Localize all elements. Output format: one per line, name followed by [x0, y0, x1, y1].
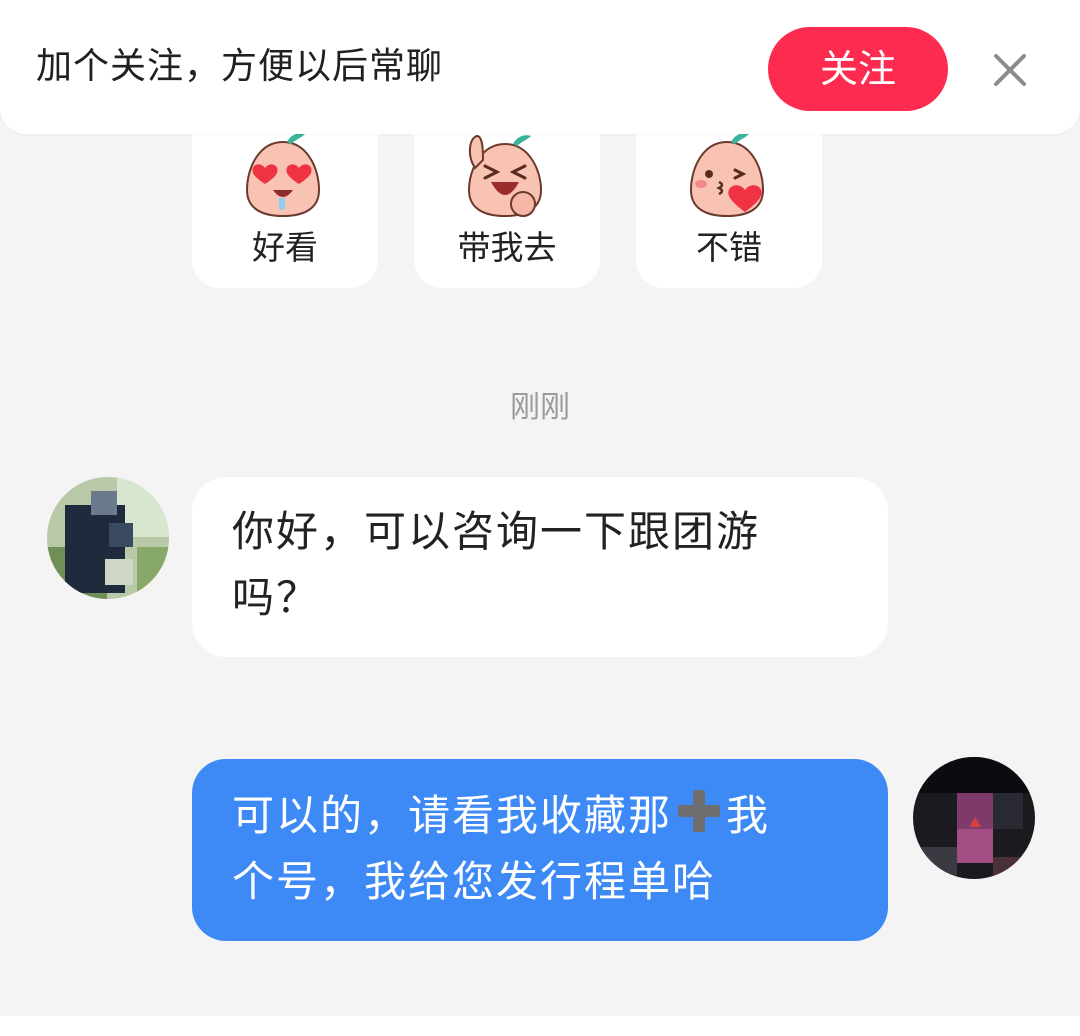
- sticker-reply-haokan[interactable]: 好看: [192, 112, 378, 288]
- sticker-reply-bucuo[interactable]: 不错: [636, 112, 822, 288]
- sent-message-line: 可以的，请看我收藏那: [232, 791, 673, 840]
- sticker-label: 不错: [696, 228, 762, 267]
- my-avatar-image: [913, 757, 1035, 879]
- excited-face-icon: [467, 134, 543, 218]
- received-message-bubble: 你好，可以咨询一下跟团游 吗？: [192, 477, 888, 657]
- bottom-edge: [0, 1016, 1080, 1036]
- sticker-label: 带我去: [457, 228, 557, 267]
- follow-banner: 加个关注，方便以后常聊 关注: [0, 0, 1080, 134]
- close-icon[interactable]: [988, 48, 1032, 92]
- sent-message-line: 我: [726, 791, 771, 840]
- sent-message-bubble: 可以的，请看我收藏那 我 个号，我给您发行程单哈: [192, 759, 888, 941]
- sent-message-line: 个号，我给您发行程单哈: [232, 857, 717, 906]
- my-avatar[interactable]: [913, 757, 1035, 879]
- received-message-line: 你好，可以咨询一下跟团游: [232, 507, 761, 556]
- message-timestamp: 刚刚: [510, 390, 570, 425]
- kiss-heart-face-icon: [689, 133, 765, 218]
- follow-button[interactable]: 关注: [768, 27, 948, 111]
- plus-emoji-icon: [678, 790, 721, 832]
- received-message-line: 吗？: [232, 573, 321, 622]
- sticker-label: 好看: [252, 228, 318, 267]
- follow-prompt-text: 加个关注，方便以后常聊: [36, 46, 444, 87]
- contact-avatar-image: [47, 477, 169, 599]
- heart-eyes-face-icon: [245, 133, 321, 218]
- contact-avatar[interactable]: [47, 477, 169, 599]
- sticker-reply-daiwoqu[interactable]: 带我去: [414, 112, 600, 288]
